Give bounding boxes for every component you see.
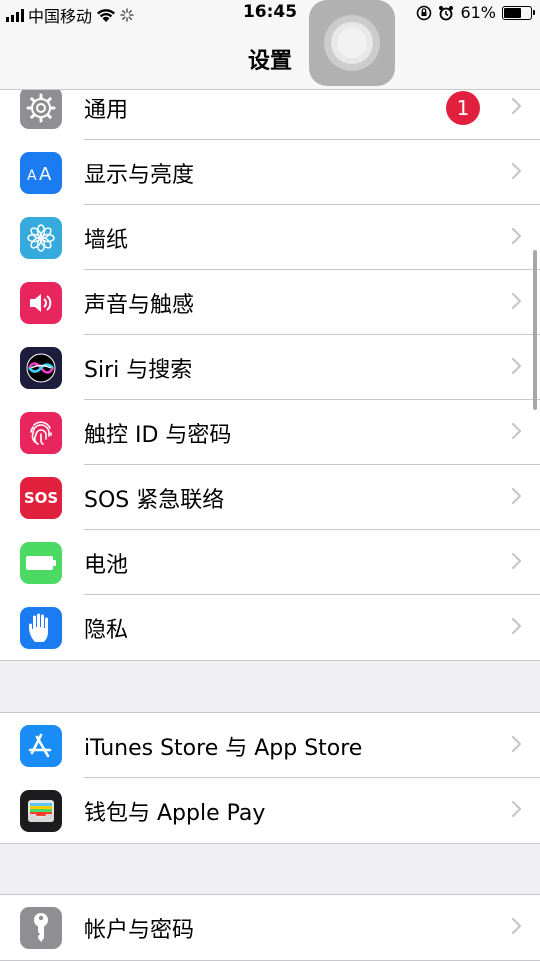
settings-row[interactable]: A A 显示与亮度 — [0, 140, 540, 205]
page-title: 设置 — [247, 49, 292, 74]
settings-row[interactable]: iTunes Store 与 App Store — [0, 713, 540, 778]
sos-icon: SOS — [20, 476, 62, 519]
settings-row-label: 帐户与密码 — [84, 917, 195, 943]
settings-row[interactable]: 钱包与 Apple Pay — [0, 778, 540, 843]
settings-row-label: Siri 与搜索 — [84, 357, 193, 383]
alarm-icon — [439, 5, 454, 20]
chevron-right-icon — [511, 487, 522, 509]
settings-row-label: 显示与亮度 — [84, 162, 195, 188]
settings-row-label: 隐私 — [84, 617, 129, 643]
key-icon — [20, 906, 62, 949]
settings-row[interactable]: 隐私 — [0, 595, 540, 660]
notification-badge: 1 — [446, 90, 480, 125]
chevron-right-icon — [511, 292, 522, 314]
settings-row[interactable]: 帐户与密码 — [0, 895, 540, 960]
svg-text:A: A — [27, 168, 37, 184]
wallet-icon — [20, 789, 62, 832]
status-bar: 中国移动 16:45 61% — [0, 0, 540, 26]
speaker-icon — [20, 281, 62, 324]
chevron-right-icon — [511, 227, 522, 249]
settings-row[interactable]: 声音与触感 — [0, 270, 540, 335]
settings-row-label: 通用 — [84, 97, 129, 123]
chevron-right-icon — [511, 917, 522, 939]
chevron-right-icon — [511, 97, 522, 119]
settings-row-label: 钱包与 Apple Pay — [84, 800, 266, 826]
chevron-right-icon — [511, 617, 522, 639]
settings-row[interactable]: 墙纸 — [0, 205, 540, 270]
assistive-touch-button[interactable] — [309, 0, 395, 86]
flower-icon — [20, 216, 62, 259]
battery-icon — [502, 5, 535, 20]
settings-row-label: 声音与触感 — [84, 292, 195, 318]
settings-row-label: 电池 — [84, 552, 129, 578]
chevron-right-icon — [511, 422, 522, 444]
chevron-right-icon — [511, 552, 522, 574]
settings-group-accounts: 帐户与密码 — [0, 894, 540, 961]
settings-row[interactable]: 电池 — [0, 530, 540, 595]
settings-row[interactable]: Siri 与搜索 — [0, 335, 540, 400]
settings-row[interactable]: SOS SOS 紧急联络 — [0, 465, 540, 530]
settings-row[interactable]: 触控 ID 与密码 — [0, 400, 540, 465]
battery-icon — [20, 541, 62, 584]
navigation-bar: 设置 — [0, 26, 540, 90]
icon-text: SOS — [23, 488, 59, 507]
aa-icon: AA — [20, 151, 62, 194]
settings-row-label: SOS 紧急联络 — [84, 487, 225, 513]
chevron-right-icon — [511, 162, 522, 184]
settings-row-label: 触控 ID 与密码 — [84, 422, 232, 448]
app-store-icon — [20, 724, 62, 767]
orientation-lock-icon — [417, 5, 432, 20]
chevron-right-icon — [511, 357, 522, 379]
chevron-right-icon — [511, 735, 522, 757]
hand-icon — [20, 606, 62, 649]
status-right: 61% — [416, 3, 535, 22]
fingerprint-icon — [20, 411, 62, 454]
siri-icon — [20, 346, 62, 389]
settings-group-main: 通用 1 A A 显示与亮度 墙纸 声音与触感 Siri 与搜索 触控 ID 与密码 SOS SOS… — [0, 74, 540, 661]
settings-row-label: iTunes Store 与 App Store — [84, 735, 363, 761]
svg-text:A: A — [39, 164, 52, 184]
settings-group-stores: iTunes Store 与 App Store 钱包与 Apple Pay — [0, 712, 540, 844]
scroll-indicator[interactable] — [533, 250, 537, 410]
chevron-right-icon — [511, 800, 522, 822]
settings-row-label: 墙纸 — [84, 227, 129, 253]
battery-percent: 61% — [460, 3, 496, 22]
gear-icon — [20, 86, 62, 129]
